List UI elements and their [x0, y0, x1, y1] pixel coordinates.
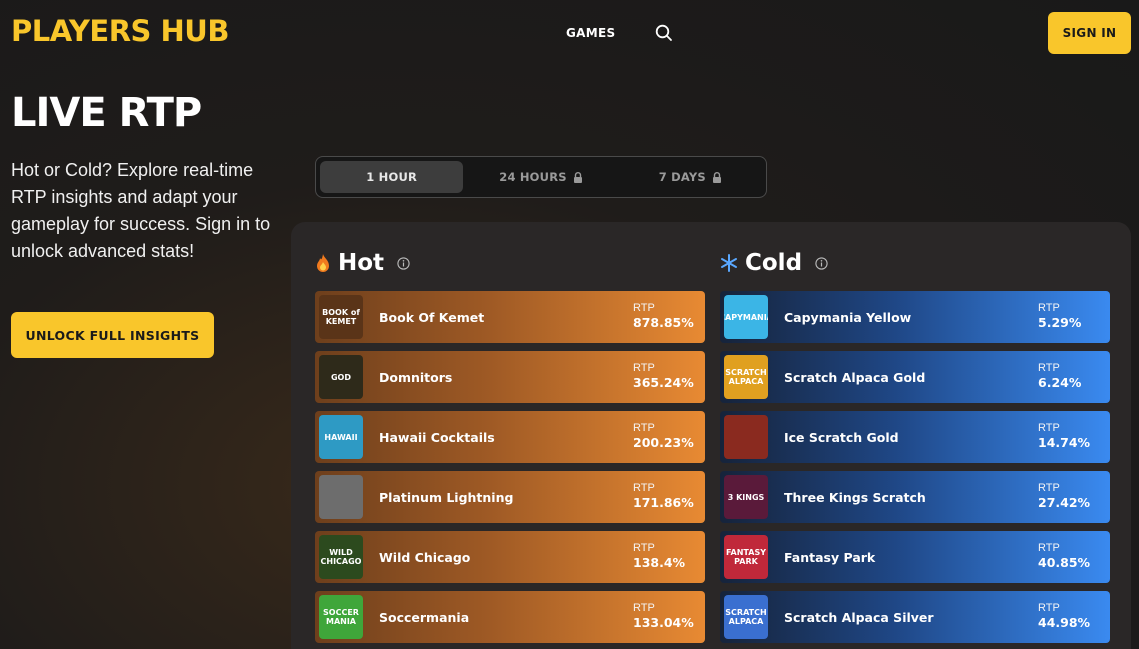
nav-games-link[interactable]: GAMES — [566, 26, 615, 40]
rtp-value: 133.04% — [633, 615, 694, 630]
rtp-value: 138.4% — [633, 555, 686, 570]
rtp-value: 40.85% — [1038, 555, 1091, 570]
tab-label: 7 DAYS — [658, 170, 706, 184]
lock-icon — [573, 171, 582, 183]
time-range-tabs: 1 HOUR 24 HOURS 7 DAYS — [315, 156, 767, 198]
game-thumbnail: SOCCER MANIA — [319, 595, 363, 639]
info-icon[interactable] — [815, 256, 828, 270]
game-thumbnail: BOOK of KEMET — [319, 295, 363, 339]
rtp-label: RTP — [1038, 482, 1060, 494]
rtp-label: RTP — [1038, 602, 1060, 614]
hot-list: BOOK of KEMET Book Of Kemet RTP 878.85% GOD D… — [315, 291, 705, 649]
tab-1-hour[interactable]: 1 HOUR — [320, 161, 464, 193]
sign-in-button[interactable]: SIGN IN — [1048, 12, 1131, 54]
logo[interactable]: PLAYERS HUB — [11, 14, 229, 48]
game-row[interactable]: GOD Domnitors RTP 365.24% — [315, 351, 705, 403]
game-thumbnail: HAWAII — [319, 415, 363, 459]
rtp-label: RTP — [1038, 422, 1060, 434]
tab-7-days[interactable]: 7 DAYS — [619, 161, 762, 193]
game-row[interactable]: SCRATCH ALPACA Scratch Alpaca Gold RTP 6.24… — [720, 351, 1110, 403]
game-thumbnail — [724, 415, 768, 459]
game-row[interactable]: SCRATCH ALPACA Scratch Alpaca Silver RTP 44… — [720, 591, 1110, 643]
game-thumbnail: CAPYMANIA — [724, 295, 768, 339]
rtp-block: RTP 14.74% — [1038, 422, 1090, 451]
snowflake-icon — [721, 254, 737, 272]
rtp-label: RTP — [633, 362, 655, 374]
rtp-value: 171.86% — [633, 495, 694, 510]
rtp-block: RTP 171.86% — [633, 482, 694, 511]
rtp-label: RTP — [1038, 302, 1060, 314]
rtp-value: 27.42% — [1038, 495, 1091, 510]
intro-text: Hot or Cold? Explore real-time RTP insig… — [11, 160, 271, 261]
game-row[interactable]: WILD CHICAGO Wild Chicago RTP 138.4% — [315, 531, 705, 583]
rtp-block: RTP 138.4% — [633, 542, 685, 571]
hot-header: Hot — [315, 250, 410, 276]
rtp-value: 6.24% — [1038, 375, 1082, 390]
game-row[interactable]: 3 KINGS Three Kings Scratch RTP 27.42% — [720, 471, 1110, 523]
rtp-label: RTP — [633, 302, 655, 314]
rtp-value: 14.74% — [1038, 435, 1091, 450]
game-row[interactable]: FANTASY PARK Fantasy Park RTP 40.85% — [720, 531, 1110, 583]
game-row[interactable]: HAWAII Hawaii Cocktails RTP 200.23% — [315, 411, 705, 463]
game-row[interactable]: CAPYMANIACapymania YellowRTP5.29% — [720, 291, 1110, 343]
game-thumbnail: 3 KINGS — [724, 475, 768, 519]
page-title: LIVE RTP — [11, 90, 202, 136]
rtp-block: RTP 40.85% — [1038, 542, 1090, 571]
game-thumbnail: GOD — [319, 355, 363, 399]
search-icon[interactable] — [655, 24, 673, 42]
rtp-value: 878.85% — [633, 315, 694, 330]
info-icon[interactable] — [397, 256, 410, 270]
tab-label: 1 HOUR — [366, 170, 418, 184]
tab-24-hours[interactable]: 24 HOURS — [469, 161, 612, 193]
rtp-value: 365.24% — [633, 375, 694, 390]
unlock-insights-button[interactable]: UNLOCK FULL INSIGHTS — [11, 312, 214, 358]
rtp-label: RTP — [1038, 362, 1060, 374]
lock-icon — [712, 171, 721, 183]
rtp-block: RTP 27.42% — [1038, 482, 1090, 511]
game-row[interactable]: SOCCER MANIA Soccermania RTP 133.04% — [315, 591, 705, 643]
game-thumbnail: FANTASY PARK — [724, 535, 768, 579]
cold-header: Cold — [720, 250, 828, 276]
game-thumbnail: SCRATCH ALPACA — [724, 595, 768, 639]
rtp-label: RTP — [633, 482, 655, 494]
rtp-panel: Hot BOOK of KEMET Book Of Kemet RTP 878.85%… — [291, 222, 1131, 649]
hot-title: Hot — [338, 250, 385, 276]
rtp-label: RTP — [633, 602, 655, 614]
rtp-value: 200.23% — [633, 435, 694, 450]
rtp-block: RTP 200.23% — [633, 422, 694, 451]
game-row[interactable]: Platinum Lightning RTP 171.86% — [315, 471, 705, 523]
fire-icon — [317, 254, 329, 272]
rtp-label: RTP — [633, 542, 655, 554]
tab-label: 24 HOURS — [499, 170, 567, 184]
rtp-block: RTP 133.04% — [633, 602, 694, 631]
rtp-label: RTP — [633, 422, 655, 434]
rtp-value: 5.29% — [1038, 315, 1082, 330]
game-row[interactable]: BOOK of KEMET Book Of Kemet RTP 878.85% — [315, 291, 705, 343]
game-thumbnail: WILD CHICAGO — [319, 535, 363, 579]
rtp-block: RTP 6.24% — [1038, 362, 1081, 391]
rtp-block: RTP 5.29% — [1038, 302, 1081, 331]
game-thumbnail: SCRATCH ALPACA — [724, 355, 768, 399]
rtp-block: RTP 878.85% — [633, 302, 694, 331]
rtp-value: 44.98% — [1038, 615, 1091, 630]
cold-title: Cold — [745, 250, 803, 276]
cold-list: CAPYMANIACapymania YellowRTP5.29% SCRATCH… — [720, 291, 1110, 649]
game-thumbnail — [319, 475, 363, 519]
rtp-label: RTP — [1038, 542, 1060, 554]
rtp-block: RTP 365.24% — [633, 362, 694, 391]
rtp-block: RTP 44.98% — [1038, 602, 1090, 631]
game-row[interactable]: Ice Scratch Gold RTP 14.74% — [720, 411, 1110, 463]
